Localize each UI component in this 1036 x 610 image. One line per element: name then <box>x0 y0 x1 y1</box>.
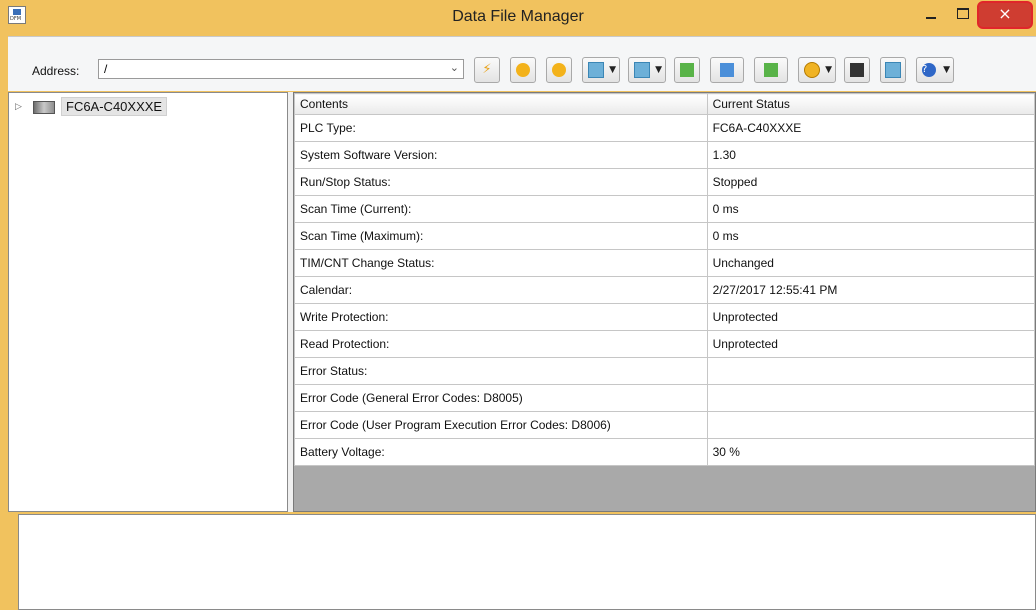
edit-button[interactable] <box>880 57 906 83</box>
table-row[interactable]: Battery Voltage: 30 % <box>294 438 1035 466</box>
lightning-icon: ⚡ <box>482 62 492 77</box>
minimize-button[interactable] <box>918 2 944 28</box>
device-tree[interactable]: ▷ FC6A-C40XXXE <box>8 92 288 512</box>
column-header-contents[interactable]: Contents <box>294 93 708 115</box>
stop-icon <box>552 62 566 77</box>
table-row[interactable]: Calendar: 2/27/2017 12:55:41 PM <box>294 276 1035 304</box>
row-label: Battery Voltage: <box>294 438 708 466</box>
table-row[interactable]: Run/Stop Status: Stopped <box>294 168 1035 196</box>
table-row[interactable]: Error Status: <box>294 357 1035 385</box>
main-panel: ▷ FC6A-C40XXXE Contents Current Status P… <box>8 92 1036 512</box>
globe-button[interactable]: ▼ <box>798 57 836 83</box>
row-value: 0 ms <box>706 222 1035 250</box>
save-button[interactable] <box>844 57 870 83</box>
plc-device-icon <box>33 101 55 114</box>
row-label: Error Code (User Program Execution Error… <box>294 411 708 439</box>
row-value: Unprotected <box>706 330 1035 358</box>
run-button[interactable] <box>510 57 536 83</box>
globe-icon <box>804 61 820 78</box>
view-button-2[interactable]: ▼ <box>628 57 666 83</box>
save-icon <box>850 62 864 77</box>
tree-item-label[interactable]: FC6A-C40XXXE <box>61 97 168 116</box>
table-row[interactable]: PLC Type: FC6A-C40XXXE <box>294 114 1035 142</box>
row-label: Scan Time (Current): <box>294 195 708 223</box>
help-icon: ? <box>922 62 936 77</box>
row-value: Stopped <box>706 168 1035 196</box>
row-label: Read Protection: <box>294 330 708 358</box>
import-arrow-icon <box>720 62 734 77</box>
stop-button[interactable] <box>546 57 572 83</box>
window-title: Data File Manager <box>452 8 584 25</box>
row-value: Unprotected <box>706 303 1035 331</box>
transfer-button[interactable] <box>674 57 700 83</box>
row-value <box>706 357 1035 385</box>
table-row[interactable]: Error Code (User Program Execution Error… <box>294 411 1035 439</box>
toolbar: Address: / ⌄ ⚡ ▼ ▼ ▼ ? ▼ <box>8 36 1036 91</box>
dropdown-arrow-icon: ▼ <box>943 65 950 75</box>
row-value: 30 % <box>706 438 1035 466</box>
table-row[interactable]: Error Code (General Error Codes: D8005) <box>294 384 1035 412</box>
maximize-button[interactable] <box>950 2 976 28</box>
view-button-1[interactable]: ▼ <box>582 57 620 83</box>
row-label: Run/Stop Status: <box>294 168 708 196</box>
row-label: TIM/CNT Change Status: <box>294 249 708 277</box>
close-button[interactable]: × <box>977 1 1033 29</box>
dropdown-arrow-icon: ▼ <box>825 65 832 75</box>
expand-triangle-icon[interactable]: ▷ <box>15 102 22 112</box>
row-value: Unchanged <box>706 249 1035 277</box>
help-button[interactable]: ? ▼ <box>916 57 954 83</box>
download-button[interactable]: ⚡ <box>474 57 500 83</box>
row-label: PLC Type: <box>294 114 708 142</box>
table-row[interactable]: Read Protection: Unprotected <box>294 330 1035 358</box>
row-value: 0 ms <box>706 195 1035 223</box>
import-button[interactable] <box>710 57 744 83</box>
row-label: Error Status: <box>294 357 708 385</box>
export-button[interactable] <box>754 57 788 83</box>
row-label: Scan Time (Maximum): <box>294 222 708 250</box>
address-input[interactable]: / ⌄ <box>98 59 464 79</box>
window-icon <box>588 61 604 78</box>
row-value: FC6A-C40XXXE <box>706 114 1035 142</box>
column-header-current-status[interactable]: Current Status <box>706 93 1035 115</box>
app-window: DFM Data File Manager × Address: / ⌄ ⚡ ▼ <box>0 0 1036 610</box>
address-dropdown-icon[interactable]: ⌄ <box>450 61 459 74</box>
address-value: / <box>104 62 108 76</box>
row-value <box>706 384 1035 412</box>
row-label: Write Protection: <box>294 303 708 331</box>
title-bar[interactable]: DFM Data File Manager × <box>0 0 1036 36</box>
run-icon <box>516 62 530 77</box>
table-row[interactable]: Write Protection: Unprotected <box>294 303 1035 331</box>
transfer-icon <box>680 62 694 77</box>
row-value: 2/27/2017 12:55:41 PM <box>706 276 1035 304</box>
row-value <box>706 411 1035 439</box>
dropdown-arrow-icon: ▼ <box>655 65 662 75</box>
dropdown-arrow-icon: ▼ <box>609 65 616 75</box>
row-label: System Software Version: <box>294 141 708 169</box>
table-row[interactable]: Scan Time (Current): 0 ms <box>294 195 1035 223</box>
row-label: Error Code (General Error Codes: D8005) <box>294 384 708 412</box>
close-icon: × <box>998 4 1012 23</box>
table-row[interactable]: Scan Time (Maximum): 0 ms <box>294 222 1035 250</box>
status-table: Contents Current Status PLC Type: FC6A-C… <box>294 93 1035 466</box>
row-value: 1.30 <box>706 141 1035 169</box>
status-grid: Contents Current Status PLC Type: FC6A-C… <box>293 92 1036 512</box>
table-row[interactable]: TIM/CNT Change Status: Unchanged <box>294 249 1035 277</box>
table-header-row: Contents Current Status <box>294 93 1035 115</box>
output-log-panel[interactable] <box>18 514 1036 610</box>
export-arrow-icon <box>764 62 778 77</box>
edit-icon <box>885 61 901 78</box>
address-label: Address: <box>32 64 80 78</box>
window-icon <box>634 61 650 78</box>
row-label: Calendar: <box>294 276 708 304</box>
table-row[interactable]: System Software Version: 1.30 <box>294 141 1035 169</box>
